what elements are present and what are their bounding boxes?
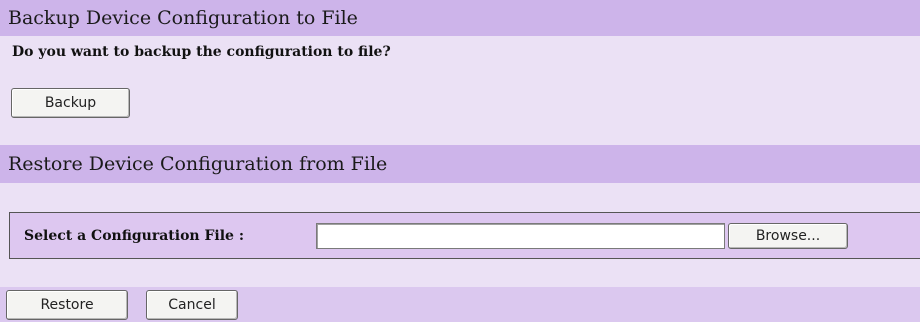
- backup-section-body: Do you want to backup the configuration …: [0, 36, 920, 145]
- cancel-button[interactable]: Cancel: [146, 290, 238, 320]
- backup-question: Do you want to backup the configuration …: [12, 44, 391, 60]
- restore-section-title: Restore Device Configuration from File: [0, 145, 920, 183]
- config-backup-restore-page: Backup Device Configuration to File Do y…: [0, 0, 920, 322]
- browse-button[interactable]: Browse...: [728, 223, 848, 249]
- select-file-label: Select a Configuration File :: [24, 228, 245, 244]
- file-path-input[interactable]: [316, 223, 725, 249]
- file-select-row: Select a Configuration File : Browse...: [9, 212, 920, 259]
- backup-button[interactable]: Backup: [11, 88, 130, 118]
- backup-section-title: Backup Device Configuration to File: [0, 0, 920, 36]
- action-bar: Restore Cancel: [0, 287, 920, 322]
- restore-button[interactable]: Restore: [6, 290, 128, 320]
